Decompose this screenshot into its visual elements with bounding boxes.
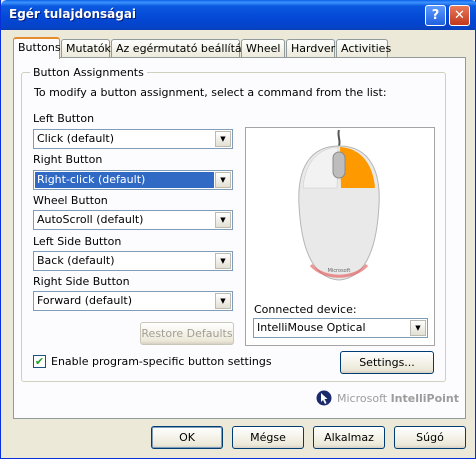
tab-buttons[interactable]: Buttons	[13, 37, 61, 59]
help-icon[interactable]: ?	[425, 5, 446, 26]
select-value: Right-click (default)	[35, 172, 214, 188]
tab-label: Az egérmutató beállításai	[116, 42, 258, 55]
help-button[interactable]: Súgó	[394, 426, 466, 449]
ok-button[interactable]: OK	[151, 426, 223, 449]
chevron-down-icon[interactable]: ▼	[215, 293, 231, 309]
left-button-label: Left Button	[33, 112, 95, 125]
tab-label: Activities	[341, 42, 392, 55]
brand-name: IntelliPoint	[390, 391, 459, 405]
checkmark-icon: ✔	[34, 355, 45, 368]
right-side-button-label: Right Side Button	[33, 275, 130, 288]
tab-label: Mutatók	[66, 42, 111, 55]
intellipoint-logo-icon	[316, 390, 332, 406]
wheel-button-select[interactable]: AutoScroll (default) ▼	[33, 210, 233, 230]
tab-wheel[interactable]: Wheel	[241, 39, 285, 58]
chevron-down-icon[interactable]: ▼	[215, 253, 231, 269]
cancel-button[interactable]: Mégse	[232, 426, 304, 449]
select-value: Click (default)	[37, 132, 114, 145]
left-side-button-select[interactable]: Back (default) ▼	[33, 251, 233, 271]
tab-activities[interactable]: Activities	[336, 39, 392, 58]
connected-device-select[interactable]: IntelliMouse Optical ▼	[253, 318, 428, 338]
connected-device-label: Connected device:	[254, 303, 357, 316]
group-title: Button Assignments	[30, 66, 147, 79]
tab-label: Buttons	[18, 41, 61, 54]
tab-pointer-options[interactable]: Az egérmutató beállításai	[111, 39, 257, 58]
chevron-down-icon[interactable]: ▼	[215, 172, 231, 188]
mouse-properties-window: Egér tulajdonságai ? ✕ Buttons Mutatók A…	[0, 0, 476, 459]
settings-button[interactable]: Settings...	[340, 351, 434, 374]
chevron-down-icon[interactable]: ▼	[410, 320, 426, 336]
program-specific-label[interactable]: Enable program-specific button settings	[51, 355, 272, 368]
apply-button[interactable]: Alkalmaz	[313, 426, 385, 449]
right-button-label: Right Button	[33, 153, 103, 166]
right-button-select[interactable]: Right-click (default) ▼	[33, 170, 233, 190]
tab-mutatok[interactable]: Mutatók	[61, 39, 111, 58]
mouse-image: Microsoft	[298, 130, 380, 281]
chevron-down-icon[interactable]: ▼	[215, 131, 231, 147]
select-value: IntelliMouse Optical	[257, 321, 366, 334]
program-specific-checkbox[interactable]: ✔	[33, 355, 46, 368]
left-button-select[interactable]: Click (default) ▼	[33, 129, 233, 149]
instructions-text: To modify a button assignment, select a …	[34, 86, 387, 99]
select-value: AutoScroll (default)	[37, 213, 144, 226]
brand-prefix: Microsoft	[337, 391, 388, 405]
brand-text: Microsoft IntelliPoint	[337, 392, 459, 405]
chevron-down-icon[interactable]: ▼	[215, 212, 231, 228]
tab-label: Hardver	[291, 42, 336, 55]
right-side-button-select[interactable]: Forward (default) ▼	[33, 291, 233, 311]
left-side-button-label: Left Side Button	[33, 235, 122, 248]
svg-text:Microsoft: Microsoft	[328, 268, 351, 274]
window-title: Egér tulajdonságai	[9, 7, 137, 21]
title-bar[interactable]: Egér tulajdonságai ? ✕	[1, 0, 476, 30]
select-value: Back (default)	[37, 254, 115, 267]
wheel-button-label: Wheel Button	[33, 194, 108, 207]
tab-hardware[interactable]: Hardver	[286, 39, 335, 58]
close-icon[interactable]: ✕	[449, 5, 470, 26]
tab-label: Wheel	[246, 42, 281, 55]
select-value: Forward (default)	[37, 294, 133, 307]
restore-defaults-button[interactable]: Restore Defaults	[140, 322, 234, 345]
intellipoint-logo: Microsoft IntelliPoint	[316, 390, 459, 406]
